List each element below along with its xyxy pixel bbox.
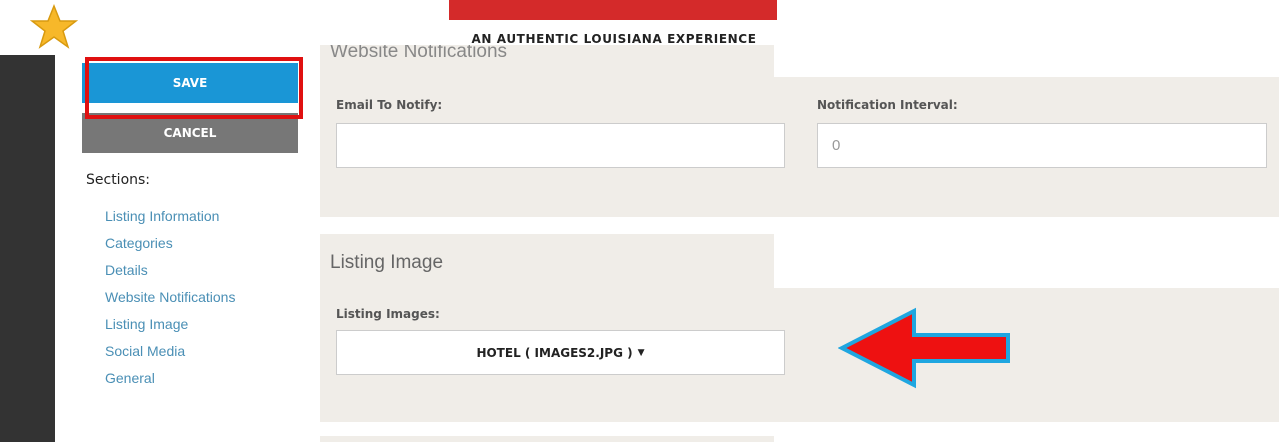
listing-images-dropdown[interactable]: HOTEL ( IMAGES2.JPG ) ▼ bbox=[336, 330, 785, 375]
caret-down-icon: ▼ bbox=[637, 347, 645, 358]
brand-tagline: AN AUTHENTIC LOUISIANA EXPERIENCE bbox=[471, 32, 757, 46]
section-link-categories[interactable]: Categories bbox=[105, 230, 235, 257]
listing-images-label: Listing Images: bbox=[336, 307, 440, 321]
notification-interval-input[interactable]: 0 bbox=[817, 123, 1267, 168]
listing-image-tab: Listing Image bbox=[320, 234, 774, 288]
left-arrow-icon bbox=[838, 307, 1010, 389]
sections-nav: Listing Information Categories Details W… bbox=[105, 203, 235, 392]
star-icon bbox=[30, 4, 78, 49]
section-link-general[interactable]: General bbox=[105, 365, 235, 392]
section-link-listing-image[interactable]: Listing Image bbox=[105, 311, 235, 338]
website-notifications-tab: Website Notifications bbox=[320, 45, 774, 77]
email-to-notify-input[interactable] bbox=[336, 123, 785, 168]
next-section-tab bbox=[320, 436, 774, 442]
section-link-social-media[interactable]: Social Media bbox=[105, 338, 235, 365]
website-notifications-panel: Email To Notify: Notification Interval: … bbox=[320, 77, 1279, 217]
notification-interval-label: Notification Interval: bbox=[817, 98, 958, 112]
listing-images-selected: HOTEL ( IMAGES2.JPG ) bbox=[476, 345, 633, 360]
sections-heading: Sections: bbox=[86, 172, 151, 188]
save-button[interactable]: SAVE bbox=[82, 63, 298, 103]
left-nav-strip bbox=[0, 55, 55, 442]
listing-image-title: Listing Image bbox=[330, 252, 444, 273]
section-link-website-notifications[interactable]: Website Notifications bbox=[105, 284, 235, 311]
section-link-listing-information[interactable]: Listing Information bbox=[105, 203, 235, 230]
brand-banner bbox=[449, 0, 777, 20]
cancel-button[interactable]: CANCEL bbox=[82, 113, 298, 153]
email-to-notify-label: Email To Notify: bbox=[336, 98, 443, 112]
website-notifications-title: Website Notifications bbox=[330, 45, 508, 62]
section-link-details[interactable]: Details bbox=[105, 257, 235, 284]
